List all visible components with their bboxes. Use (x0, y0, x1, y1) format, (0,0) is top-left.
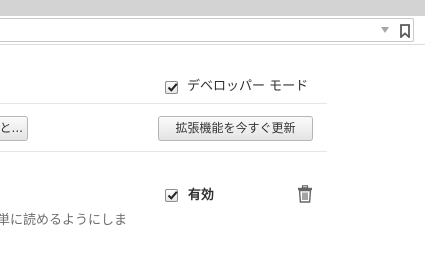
extension-enabled-checkbox[interactable] (165, 189, 178, 202)
bookmark-icon[interactable] (399, 23, 411, 39)
browser-tab-strip (0, 0, 425, 16)
developer-mode-label[interactable]: デベロッパー モード (187, 79, 308, 95)
checkmark-icon (167, 83, 178, 92)
pack-extension-button[interactable]: と... (0, 116, 28, 141)
developer-mode-checkbox[interactable] (165, 81, 178, 94)
checkmark-icon (167, 191, 178, 200)
trash-icon[interactable] (297, 185, 313, 203)
extension-description: 単に読めるようにしま (0, 213, 128, 228)
update-extensions-button[interactable]: 拡張機能を今すぐ更新 (158, 116, 313, 141)
address-bar[interactable] (0, 18, 414, 42)
extension-enabled-label[interactable]: 有効 (188, 188, 214, 204)
section-divider (0, 103, 327, 104)
dropdown-arrow-icon[interactable] (381, 27, 389, 33)
toolbar-separator (0, 44, 425, 45)
section-divider (0, 151, 327, 152)
